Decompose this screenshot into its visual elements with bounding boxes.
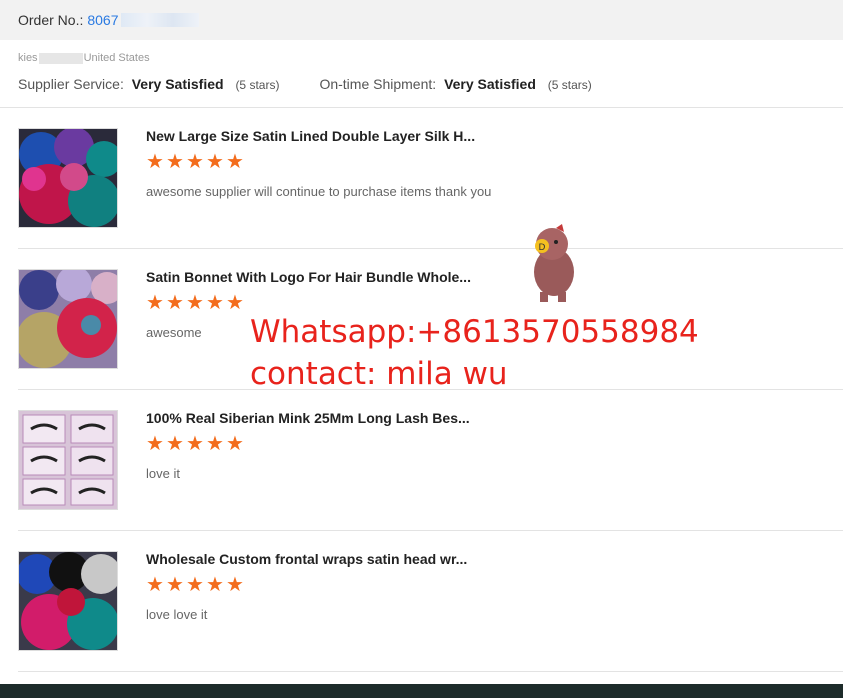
product-title-link[interactable]: 100% Real Siberian Mink 25Mm Long Lash B… — [146, 410, 470, 426]
review-comment: love love it — [146, 607, 208, 622]
rating-on-time-shipment: On-time Shipment: Very Satisfied (5 star… — [319, 76, 591, 92]
review-stars: ★ ★ ★ ★ ★ — [146, 151, 244, 173]
order-number-label: Order No.: — [18, 12, 84, 28]
rating-stars-text: (5 stars) — [547, 78, 592, 92]
divider — [18, 530, 843, 531]
star-icon: ★ — [186, 292, 204, 314]
star-icon: ★ — [206, 151, 224, 173]
watermark-contact: contact: mila wu — [250, 356, 508, 392]
review-item: New Large Size Satin Lined Double Layer … — [18, 128, 828, 228]
star-icon: ★ — [146, 292, 164, 314]
rating-value: Very Satisfied — [131, 76, 224, 92]
divider — [18, 671, 843, 672]
review-comment: awesome — [146, 325, 202, 340]
review-stars: ★ ★ ★ ★ ★ — [146, 292, 244, 314]
rating-label: On-time Shipment: — [319, 76, 437, 92]
star-icon: ★ — [226, 151, 244, 173]
star-icon: ★ — [226, 574, 244, 596]
star-icon: ★ — [146, 433, 164, 455]
star-icon: ★ — [166, 433, 184, 455]
buyer-name: kies — [18, 52, 38, 64]
review-item: 100% Real Siberian Mink 25Mm Long Lash B… — [18, 410, 828, 510]
star-icon: ★ — [146, 574, 164, 596]
order-number-redacted — [120, 13, 199, 27]
rating-stars-text: (5 stars) — [235, 78, 280, 92]
rating-supplier-service: Supplier Service: Very Satisfied (5 star… — [18, 76, 279, 92]
star-icon: ★ — [166, 574, 184, 596]
star-icon: ★ — [186, 574, 204, 596]
star-icon: ★ — [146, 151, 164, 173]
buyer-name-redacted — [38, 52, 83, 64]
star-icon: ★ — [166, 292, 184, 314]
star-icon: ★ — [206, 292, 224, 314]
review-stars: ★ ★ ★ ★ ★ — [146, 574, 244, 596]
divider — [0, 107, 843, 108]
footer-strip — [0, 684, 843, 698]
buyer-info: kies United States — [18, 52, 150, 64]
review-item: Wholesale Custom frontal wraps satin hea… — [18, 551, 828, 651]
star-icon: ★ — [166, 151, 184, 173]
star-icon: ★ — [226, 292, 244, 314]
cartoon-sticker-icon: D — [526, 224, 582, 302]
product-title-link[interactable]: New Large Size Satin Lined Double Layer … — [146, 128, 475, 144]
star-icon: ★ — [226, 433, 244, 455]
rating-label: Supplier Service: — [18, 76, 124, 92]
star-icon: ★ — [186, 433, 204, 455]
star-icon: ★ — [206, 433, 224, 455]
seller-ratings: Supplier Service: Very Satisfied (5 star… — [18, 76, 632, 92]
order-number-link[interactable]: 8067 — [87, 12, 118, 28]
rating-value: Very Satisfied — [444, 76, 536, 92]
product-thumbnail[interactable] — [18, 551, 118, 651]
product-title-link[interactable]: Wholesale Custom frontal wraps satin hea… — [146, 551, 467, 567]
star-icon: ★ — [206, 574, 224, 596]
review-comment: awesome supplier will continue to purcha… — [146, 184, 492, 199]
buyer-country: United States — [83, 52, 150, 64]
order-header: Order No.: 8067 — [0, 0, 843, 40]
review-comment: love it — [146, 466, 180, 481]
product-thumbnail[interactable] — [18, 269, 118, 369]
product-title-link[interactable]: Satin Bonnet With Logo For Hair Bundle W… — [146, 269, 471, 285]
divider — [18, 248, 843, 249]
star-icon: ★ — [186, 151, 204, 173]
svg-text:D: D — [539, 243, 546, 253]
product-thumbnail[interactable] — [18, 410, 118, 510]
review-stars: ★ ★ ★ ★ ★ — [146, 433, 244, 455]
product-thumbnail[interactable] — [18, 128, 118, 228]
watermark-whatsapp: Whatsapp:+8613570558984 — [250, 314, 699, 350]
